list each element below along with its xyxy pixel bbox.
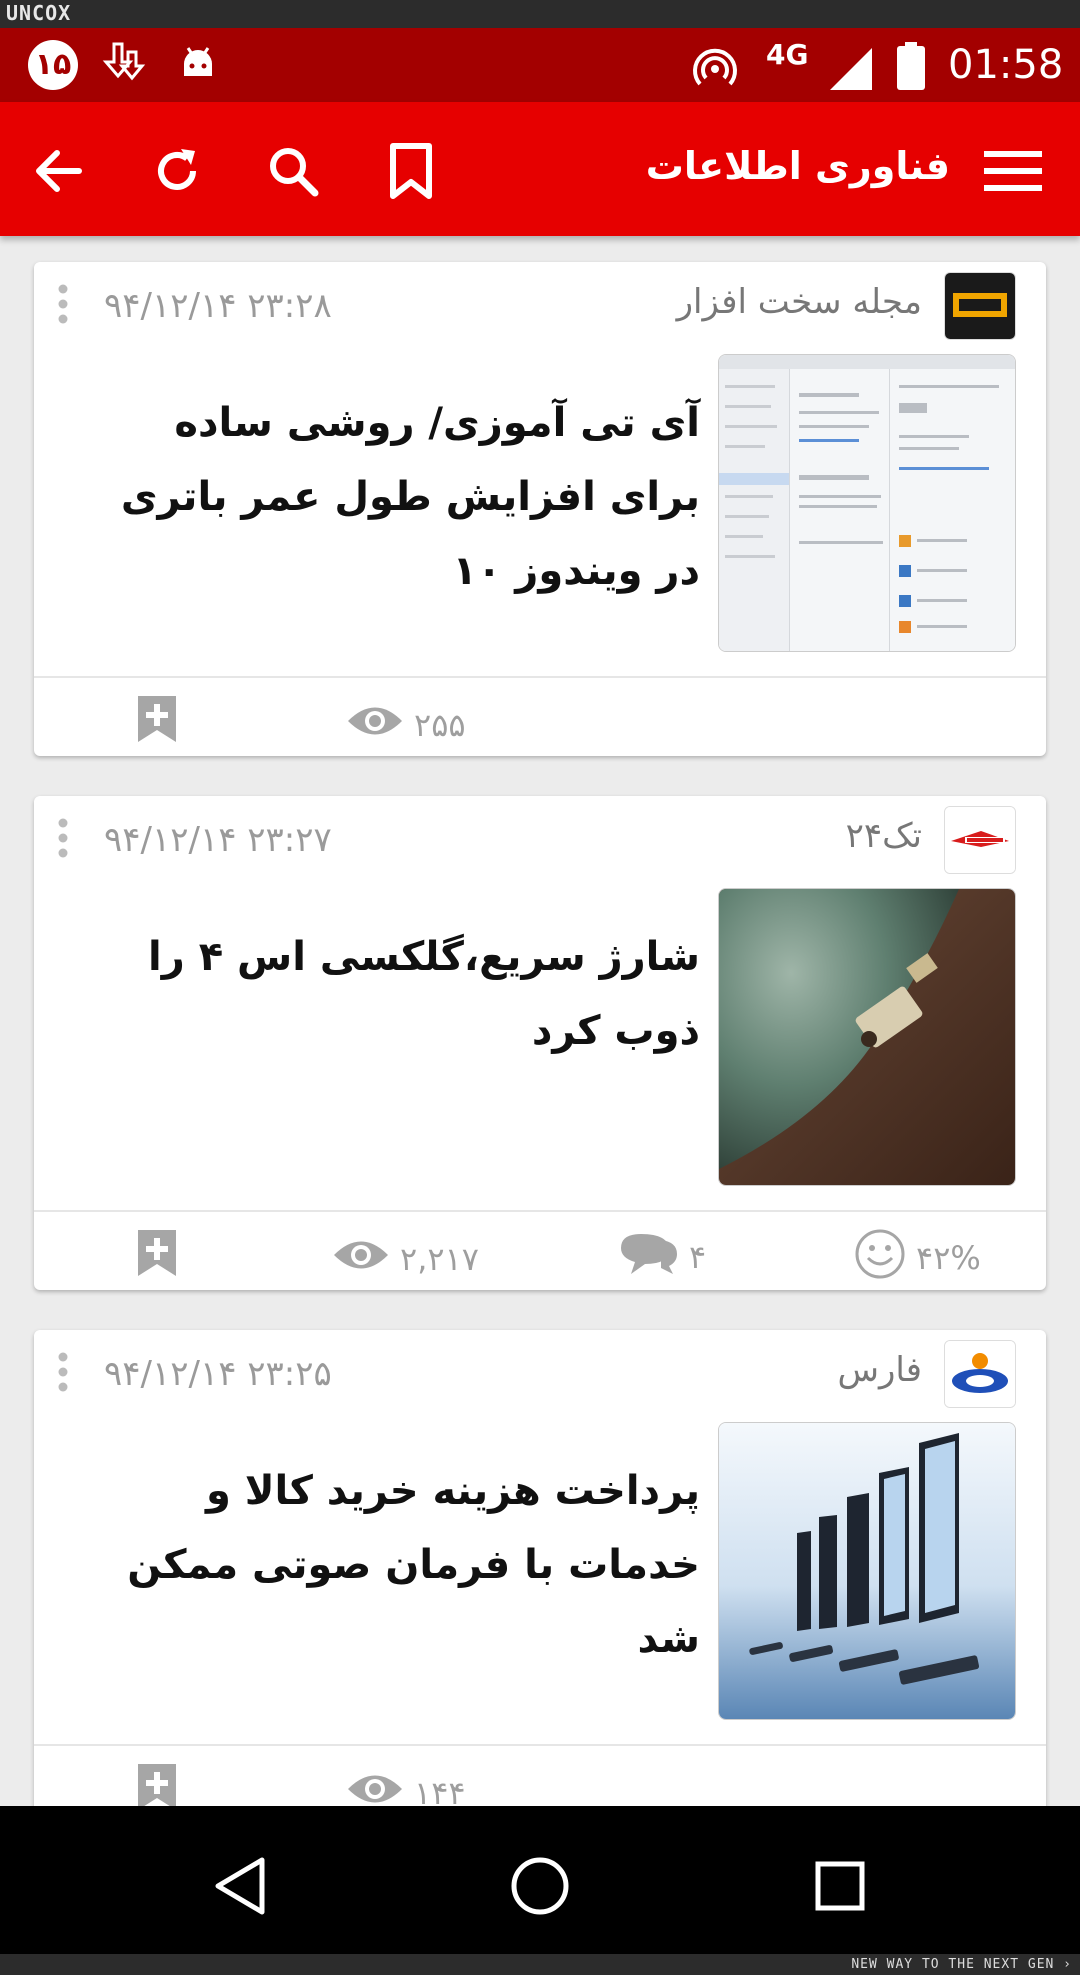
news-thumbnail[interactable] <box>718 888 1016 1186</box>
network-type-label: 4G <box>766 38 809 71</box>
bookmark-add-icon[interactable] <box>136 1228 178 1282</box>
view-count-value: ۲۵۵ <box>414 706 466 744</box>
source-logo <box>944 806 1016 874</box>
eye-icon <box>346 702 404 748</box>
rating: ۴۲% <box>854 1228 981 1288</box>
news-card[interactable]: ۹۴/۱۲/۱۴ ۲۳:۲۷ تک۲۴ شارژ سریع،گلکسی اس ۴… <box>34 796 1046 1290</box>
android-icon <box>178 42 218 86</box>
source-logo <box>944 272 1016 340</box>
search-icon[interactable] <box>258 136 328 206</box>
view-count-value: ۲,۲۱۷ <box>400 1240 479 1278</box>
news-time: ۹۴/۱۲/۱۴ ۲۳:۲۵ <box>104 1354 332 1394</box>
more-options-icon[interactable] <box>56 284 70 328</box>
smiley-icon <box>854 1228 906 1288</box>
battery-icon <box>896 42 926 94</box>
news-headline[interactable]: آی تی آموزی/ روشی ساده برای افزایش طول ع… <box>80 386 700 608</box>
news-thumbnail[interactable] <box>718 354 1016 652</box>
page-title: فناوری اطلاعات <box>645 144 950 188</box>
notification-count-badge: ۱۵ <box>28 40 78 90</box>
news-time: ۹۴/۱۲/۱۴ ۲۳:۲۸ <box>104 286 332 326</box>
comment-count[interactable]: ۴ <box>619 1230 706 1284</box>
bookmark-add-icon[interactable] <box>136 694 178 748</box>
news-headline[interactable]: شارژ سریع،گلکسی اس ۴ را ذوب کرد <box>80 920 700 1068</box>
view-count: ۲,۲۱۷ <box>332 1236 479 1282</box>
app-bar: فناوری اطلاعات <box>0 102 1080 236</box>
bookmark-icon[interactable] <box>376 136 446 206</box>
download-icon <box>100 42 148 92</box>
frame-tagline: NEW WAY TO THE NEXT GEN › <box>851 1957 1072 1972</box>
back-arrow-icon[interactable] <box>24 136 94 206</box>
view-count: ۲۵۵ <box>346 702 466 748</box>
bottom-frame-strip: NEW WAY TO THE NEXT GEN › <box>0 1954 1080 1975</box>
comment-count-value: ۴ <box>689 1238 707 1276</box>
frame-brand: UNCOX <box>6 1 72 25</box>
news-source: مجله سخت افزار <box>676 282 922 322</box>
source-logo <box>944 1340 1016 1408</box>
signal-icon <box>828 46 874 96</box>
card-divider <box>34 1210 1046 1212</box>
news-thumbnail[interactable] <box>718 1422 1016 1720</box>
eye-icon <box>332 1236 390 1282</box>
news-card[interactable]: ۹۴/۱۲/۱۴ ۲۳:۲۸ مجله سخت افزار آی تی آموز… <box>34 262 1046 756</box>
nav-back-icon[interactable] <box>200 1846 280 1926</box>
top-frame-strip: UNCOX <box>0 0 1080 28</box>
news-headline[interactable]: پرداخت هزینه خرید کالا و خدمات با فرمان … <box>80 1454 700 1676</box>
refresh-icon[interactable] <box>142 136 212 206</box>
hamburger-menu-icon[interactable] <box>978 136 1048 206</box>
status-bar: ۱۵ 4G 01:58 <box>0 28 1080 102</box>
rating-value: ۴۲% <box>916 1239 981 1277</box>
more-options-icon[interactable] <box>56 1352 70 1396</box>
news-source: فارس <box>837 1350 922 1390</box>
nav-recents-icon[interactable] <box>800 1846 880 1926</box>
hotspot-icon <box>692 46 738 96</box>
card-divider <box>34 676 1046 678</box>
more-options-icon[interactable] <box>56 818 70 862</box>
news-time: ۹۴/۱۲/۱۴ ۲۳:۲۷ <box>104 820 332 860</box>
system-navigation-bar <box>0 1806 1080 1954</box>
comments-icon <box>619 1230 679 1284</box>
card-divider <box>34 1744 1046 1746</box>
news-source: تک۲۴ <box>845 816 922 856</box>
nav-home-icon[interactable] <box>500 1846 580 1926</box>
status-clock: 01:58 <box>948 42 1064 88</box>
